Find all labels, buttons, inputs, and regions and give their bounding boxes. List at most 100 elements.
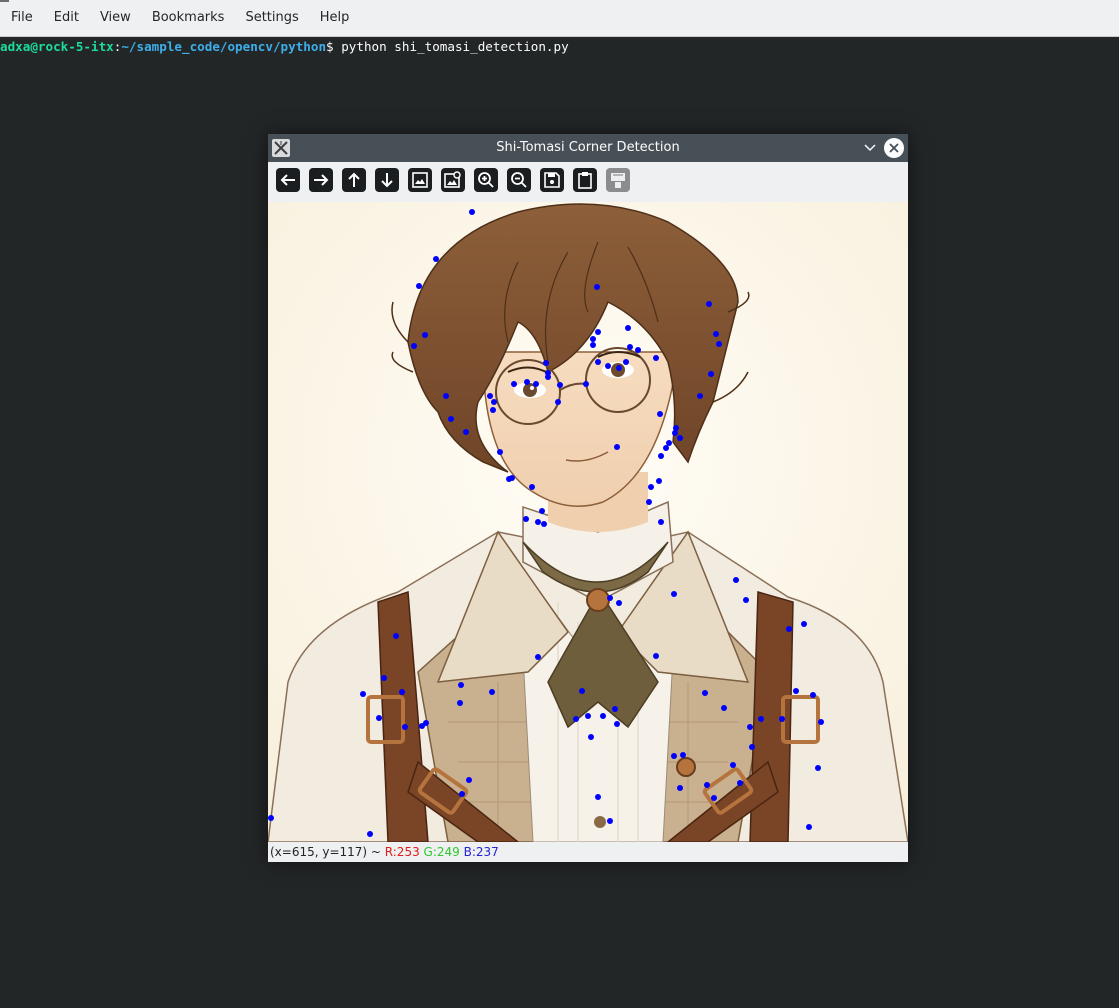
- corner-marker: [411, 343, 417, 349]
- corner-marker: [466, 777, 472, 783]
- corner-marker: [702, 690, 708, 696]
- window-title: Shi-Tomasi Corner Detection: [496, 140, 680, 155]
- corner-marker: [706, 301, 712, 307]
- corner-marker: [539, 508, 545, 514]
- corner-marker: [393, 633, 399, 639]
- minimize-chevron-icon[interactable]: [862, 140, 878, 156]
- copy-clipboard-button[interactable]: [573, 168, 597, 192]
- corner-marker: [635, 347, 641, 353]
- window-toolbar: [268, 162, 908, 202]
- command-text: python shi_tomasi_detection.py: [341, 39, 569, 54]
- pan-left-button[interactable]: [276, 168, 300, 192]
- opencv-window: Shi-Tomasi Corner Detection (x=615, y=11…: [268, 134, 908, 862]
- corner-marker: [523, 516, 529, 522]
- clipboard-icon: [578, 172, 592, 189]
- corner-marker: [399, 689, 405, 695]
- corner-marker: [268, 815, 274, 821]
- zoom-out-button[interactable]: [507, 168, 531, 192]
- corner-marker: [590, 342, 596, 348]
- corner-marker: [376, 715, 382, 721]
- corner-marker: [653, 653, 659, 659]
- arrow-down-icon: [381, 173, 393, 188]
- corner-marker: [793, 688, 799, 694]
- corner-marker: [786, 626, 792, 632]
- corner-marker: [810, 692, 816, 698]
- menu-help[interactable]: Help: [309, 0, 360, 36]
- corner-marker: [697, 393, 703, 399]
- arrow-right-icon: [314, 174, 329, 186]
- corner-marker: [557, 382, 563, 388]
- menu-file[interactable]: File: [0, 0, 43, 36]
- corner-marker: [658, 453, 664, 459]
- corner-marker: [535, 654, 541, 660]
- corner-marker: [605, 363, 611, 369]
- corner-markers-overlay: [268, 209, 824, 837]
- status-green: G:249: [423, 845, 460, 859]
- corner-marker: [663, 445, 669, 451]
- menu-view[interactable]: View: [89, 0, 141, 36]
- corner-marker: [360, 691, 366, 697]
- corner-marker: [457, 700, 463, 706]
- corner-marker: [616, 365, 622, 371]
- window-titlebar[interactable]: Shi-Tomasi Corner Detection: [268, 134, 908, 162]
- corner-marker: [573, 716, 579, 722]
- close-icon[interactable]: [884, 138, 904, 158]
- corner-marker: [657, 411, 663, 417]
- zoom-in-button[interactable]: [474, 168, 498, 192]
- corner-marker: [818, 719, 824, 725]
- corner-marker: [648, 484, 654, 490]
- status-red: R:253: [384, 845, 420, 859]
- status-coords: (x=615, y=117) ~: [270, 845, 385, 859]
- corner-marker: [806, 824, 812, 830]
- image-zoom-icon: [444, 171, 461, 188]
- pan-down-button[interactable]: [375, 168, 399, 192]
- menu-edit[interactable]: Edit: [43, 0, 89, 36]
- corner-marker: [600, 713, 606, 719]
- corner-marker: [607, 818, 613, 824]
- properties-button[interactable]: [606, 168, 630, 192]
- corner-marker: [595, 329, 601, 335]
- corner-marker: [623, 359, 629, 365]
- corner-marker: [585, 713, 591, 719]
- save-image-button[interactable]: [540, 168, 564, 192]
- menu-settings[interactable]: Settings: [234, 0, 308, 36]
- corner-marker: [730, 762, 736, 768]
- corner-marker: [490, 407, 496, 413]
- corner-marker: [402, 724, 408, 730]
- corner-marker: [704, 782, 710, 788]
- corner-marker: [595, 359, 601, 365]
- corner-marker: [469, 209, 475, 215]
- corner-marker: [616, 600, 622, 606]
- corner-marker: [590, 336, 596, 342]
- zoom-original-button[interactable]: [441, 168, 465, 192]
- corner-marker: [801, 621, 807, 627]
- corner-marker: [671, 591, 677, 597]
- corner-marker: [733, 577, 739, 583]
- image-view[interactable]: [268, 202, 908, 842]
- corner-marker: [779, 716, 785, 722]
- pan-right-button[interactable]: [309, 168, 333, 192]
- corner-marker: [612, 706, 618, 712]
- corner-marker: [443, 393, 449, 399]
- corner-marker: [614, 721, 620, 727]
- corner-marker: [594, 284, 600, 290]
- corner-marker: [711, 795, 717, 801]
- corner-marker: [749, 744, 755, 750]
- prompt-path: ~/sample_code/opencv/python: [121, 39, 327, 54]
- corner-marker: [666, 440, 672, 446]
- zoom-fit-button[interactable]: [408, 168, 432, 192]
- arrow-left-icon: [280, 174, 295, 186]
- corner-marker: [607, 595, 613, 601]
- corner-marker: [487, 393, 493, 399]
- corner-marker: [677, 785, 683, 791]
- corner-marker: [737, 780, 743, 786]
- pan-up-button[interactable]: [342, 168, 366, 192]
- corner-marker: [367, 831, 373, 837]
- corner-marker: [506, 476, 512, 482]
- menu-bookmarks[interactable]: Bookmarks: [141, 0, 235, 36]
- corner-marker: [458, 682, 464, 688]
- corner-marker: [658, 519, 664, 525]
- corner-marker: [815, 765, 821, 771]
- corner-marker: [541, 521, 547, 527]
- corner-marker: [423, 720, 429, 726]
